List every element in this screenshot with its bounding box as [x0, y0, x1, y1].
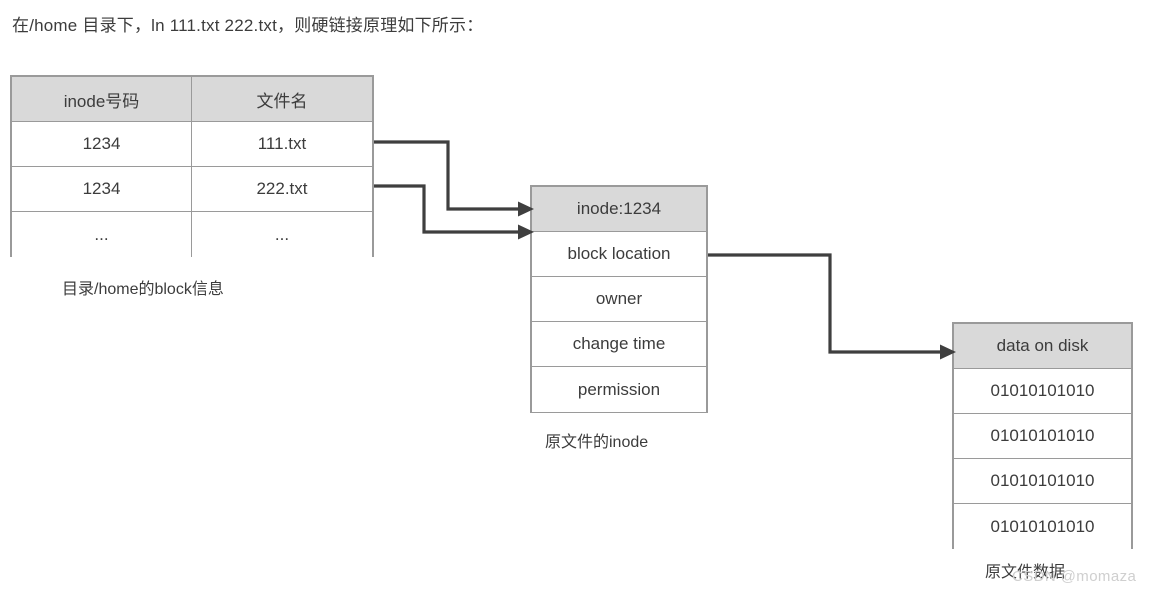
data-block-row: 01010101010 [954, 459, 1131, 504]
cell-inode-number: 1234 [12, 122, 192, 167]
table-header-row: inode号码 文件名 [12, 77, 372, 122]
arrow-111txt-to-inode [374, 140, 534, 217]
page-title: 在/home 目录下，ln 111.txt 222.txt，则硬链接原理如下所示… [12, 16, 484, 35]
data-on-disk-box: data on disk 01010101010 01010101010 010… [952, 322, 1133, 549]
table-row: ... ... [12, 212, 372, 257]
arrow-222txt-to-inode [374, 184, 534, 240]
table-row: 1234 222.txt [12, 167, 372, 212]
directory-block-table: inode号码 文件名 1234 111.txt 1234 222.txt ..… [10, 75, 374, 257]
inode-field-permission: permission [532, 367, 706, 412]
inode-field-owner: owner [532, 277, 706, 322]
cell-filename: ... [192, 212, 372, 257]
arrow-blocklocation-to-data [708, 253, 956, 360]
watermark: CSDN @momaza [1012, 568, 1137, 585]
inode-field-block-location: block location [532, 232, 706, 277]
data-box-header: data on disk [954, 324, 1131, 369]
cell-filename: 222.txt [192, 167, 372, 212]
directory-table-caption: 目录/home的block信息 [62, 281, 224, 298]
inode-field-change-time: change time [532, 322, 706, 367]
cell-filename: 111.txt [192, 122, 372, 167]
data-block-row: 01010101010 [954, 369, 1131, 414]
data-block-row: 01010101010 [954, 504, 1131, 549]
inode-box-header: inode:1234 [532, 187, 706, 232]
table-row: 1234 111.txt [12, 122, 372, 167]
table-header-inode-number: inode号码 [12, 77, 192, 122]
cell-inode-number: ... [12, 212, 192, 257]
data-block-row: 01010101010 [954, 414, 1131, 459]
inode-box: inode:1234 block location owner change t… [530, 185, 708, 413]
cell-inode-number: 1234 [12, 167, 192, 212]
table-header-filename: 文件名 [192, 77, 372, 122]
inode-box-caption: 原文件的inode [545, 434, 649, 451]
